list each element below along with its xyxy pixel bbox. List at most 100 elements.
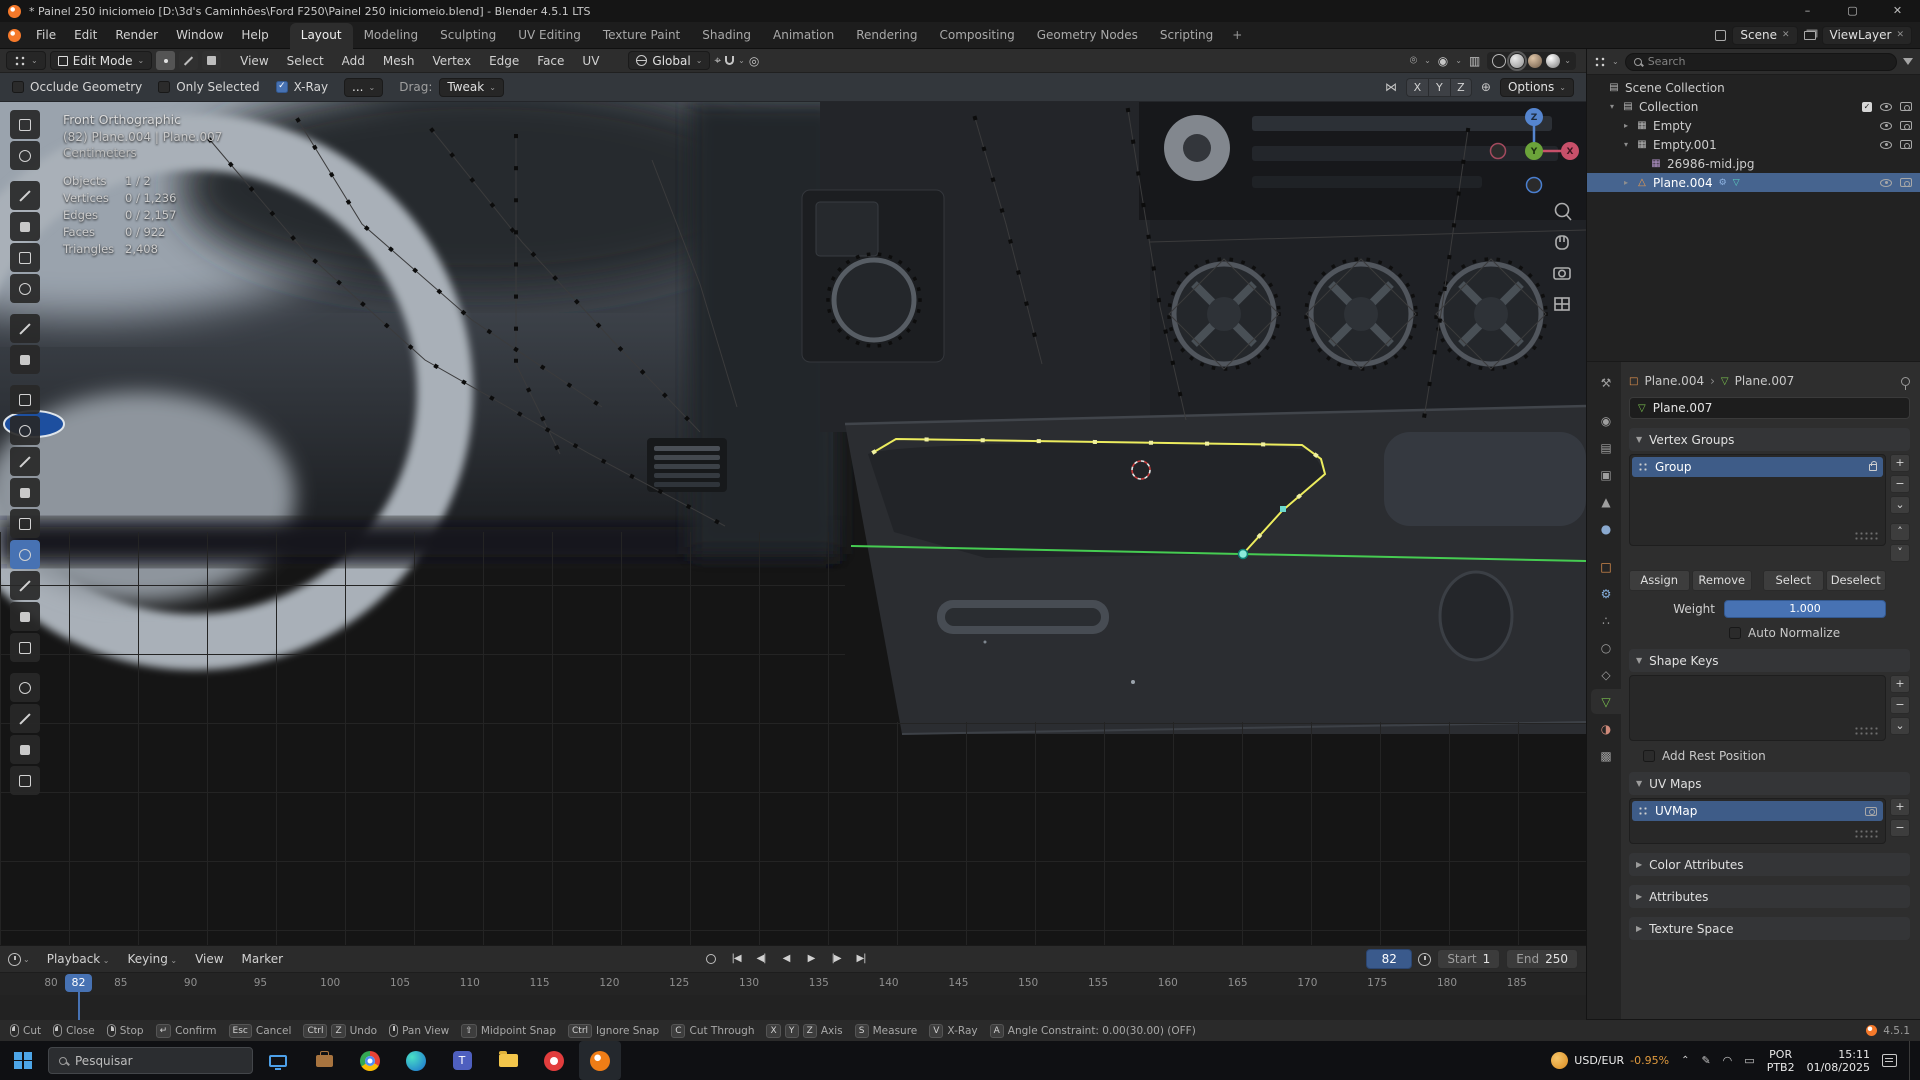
edge-select-mode-button[interactable] (179, 51, 198, 70)
play-button[interactable]: ▶ (800, 949, 822, 969)
occlude-geometry-checkbox[interactable]: Occlude Geometry (12, 80, 142, 94)
tool-scale[interactable] (10, 243, 40, 272)
uv-maps-panel-header[interactable]: ▼ UV Maps (1629, 772, 1910, 795)
camera-icon[interactable] (1900, 140, 1912, 149)
outliner-item-scene-collection[interactable]: ▤Scene Collection (1587, 78, 1920, 97)
scene-selector[interactable]: Scene✕ (1732, 26, 1797, 45)
tool-inset-faces[interactable] (10, 447, 40, 476)
viewport-menu-add[interactable]: Add (333, 51, 374, 71)
add-vertex-group-button[interactable]: + (1890, 454, 1910, 472)
tool-poly-build[interactable] (10, 571, 40, 600)
snap-target-icon[interactable]: ⊕ (1481, 80, 1491, 94)
editor-type-button[interactable]: ⌄ (6, 51, 46, 70)
move-group-up-button[interactable]: ˄ (1890, 523, 1910, 541)
properties-tab-world[interactable]: ● (1591, 516, 1621, 541)
taskbar-app-edge[interactable] (395, 1041, 437, 1080)
start-frame-field[interactable]: Start1 (1437, 949, 1500, 969)
workspace-tab-layout[interactable]: Layout (290, 23, 353, 49)
viewport-menu-uv[interactable]: UV (573, 51, 608, 71)
properties-tab-object[interactable]: □ (1591, 554, 1621, 579)
axis-negative-x-ball[interactable] (1491, 144, 1506, 159)
unlink-scene-icon[interactable]: ✕ (1782, 30, 1790, 40)
texture-space-panel-header[interactable]: ▶ Texture Space (1629, 917, 1910, 940)
show-hidden-icons-button[interactable]: ⌃ (1681, 1055, 1689, 1066)
shape-key-specials-button[interactable]: ⌄ (1890, 717, 1910, 735)
outliner-item-empty[interactable]: ▸▦Empty (1587, 116, 1920, 135)
vertex-groups-panel-header[interactable]: ▼ Vertex Groups (1629, 428, 1910, 451)
menu-help[interactable]: Help (232, 25, 277, 45)
pin-icon[interactable] (1901, 377, 1910, 386)
timeline-menu-playback[interactable]: Playback ⌄ (38, 949, 119, 969)
timeline-menu-marker[interactable]: Marker (233, 949, 292, 969)
transform-orientation-selector[interactable]: Global⌄ (628, 51, 710, 70)
tool-extrude-region[interactable] (10, 416, 40, 445)
tool-measure[interactable] (10, 345, 40, 374)
viewport-menu-mesh[interactable]: Mesh (374, 51, 424, 71)
uv-map-item[interactable]: UVMap (1632, 801, 1883, 821)
tool-select-box[interactable] (10, 110, 40, 139)
start-button[interactable] (2, 1041, 44, 1080)
remove-shape-key-button[interactable]: − (1890, 696, 1910, 714)
blender-menu-icon[interactable] (8, 29, 21, 42)
shape-keys-list[interactable] (1629, 675, 1886, 741)
properties-tab-constraints[interactable]: ◇ (1591, 662, 1621, 687)
viewport-3d[interactable]: Z X Y Front Orthographic (82) Plane.004 … (0, 102, 1586, 945)
taskbar-app-teams[interactable]: T (441, 1041, 483, 1080)
outliner-search-input[interactable]: Search (1625, 53, 1897, 71)
axis-z-button[interactable]: Z (1450, 78, 1472, 97)
shading-wireframe-icon[interactable] (1492, 54, 1506, 68)
expand-icon[interactable]: ▸ (1621, 121, 1631, 130)
options-dropdown[interactable]: Options⌄ (1500, 78, 1574, 97)
remove-vertex-group-button[interactable]: − (1890, 475, 1910, 493)
filter-icon[interactable] (1903, 58, 1913, 65)
taskbar-search-input[interactable]: Pesquisar (48, 1047, 253, 1074)
show-overlays-icon[interactable]: ◉ (1438, 54, 1448, 68)
outliner-item-plane-004[interactable]: ▸△Plane.004⚙▽ (1587, 173, 1920, 192)
tool-shear[interactable] (10, 735, 40, 764)
vertex-group-specials-button[interactable]: ⌄ (1890, 496, 1910, 514)
camera-icon[interactable] (1900, 102, 1912, 111)
properties-tab-view-layer[interactable]: ▣ (1591, 462, 1621, 487)
show-gizmos-icon[interactable]: ⌾ (1410, 53, 1417, 68)
properties-tab-physics[interactable]: ○ (1591, 635, 1621, 660)
checkbox-icon[interactable]: ✓ (1862, 102, 1872, 112)
deselect-button[interactable]: Deselect (1826, 570, 1887, 591)
taskbar-app-media[interactable] (533, 1041, 575, 1080)
market-ticker[interactable]: USD/EUR -0.95% (1551, 1052, 1669, 1069)
menu-window[interactable]: Window (167, 25, 232, 45)
camera-icon[interactable] (1900, 121, 1912, 130)
tool-annotate[interactable] (10, 314, 40, 343)
viewport-menu-select[interactable]: Select (278, 51, 333, 71)
viewlayer-selector[interactable]: ViewLayer✕ (1822, 26, 1912, 45)
pivot-point-selector[interactable]: ⌖ (714, 53, 721, 68)
menu-edit[interactable]: Edit (65, 25, 106, 45)
taskbar-app-briefcase[interactable] (303, 1041, 345, 1080)
language-indicator[interactable]: POR PTB2 (1767, 1048, 1795, 1074)
collapse-icon[interactable]: ▾ (1607, 102, 1617, 111)
end-frame-field[interactable]: End250 (1506, 949, 1578, 969)
resize-grip[interactable] (1854, 829, 1878, 838)
properties-tab-texture[interactable]: ▩ (1591, 743, 1621, 768)
vertex-group-item[interactable]: Group (1632, 457, 1883, 477)
eye-icon[interactable] (1880, 103, 1892, 111)
show-desktop-button[interactable] (1909, 1041, 1914, 1080)
properties-tab-output[interactable]: ▤ (1591, 435, 1621, 460)
workspace-add-button[interactable]: + (1224, 23, 1250, 49)
jump-to-start-button[interactable]: |◀ (725, 949, 747, 969)
snap-magnet-icon[interactable] (725, 56, 734, 65)
tool-edge-slide[interactable] (10, 673, 40, 702)
properties-tab-object-data[interactable]: ▽ (1591, 689, 1621, 714)
face-select-mode-button[interactable] (202, 51, 221, 70)
axis-x-button[interactable]: X (1406, 78, 1428, 97)
outliner-item-collection[interactable]: ▾▤Collection✓ (1587, 97, 1920, 116)
add-rest-position-checkbox[interactable] (1643, 750, 1655, 762)
workspace-tab-shading[interactable]: Shading (691, 23, 762, 49)
viewport-menu-face[interactable]: Face (528, 51, 573, 71)
eye-icon[interactable] (1880, 122, 1892, 130)
select-button[interactable]: Select (1763, 570, 1824, 591)
axis-y-button[interactable]: Y (1428, 78, 1450, 97)
more-options-dropdown[interactable]: ...⌄ (344, 78, 383, 97)
network-tray-icon[interactable]: ◠ (1723, 1054, 1733, 1067)
next-keyframe-button[interactable]: |▶ (825, 949, 847, 969)
tool-smooth[interactable] (10, 633, 40, 662)
